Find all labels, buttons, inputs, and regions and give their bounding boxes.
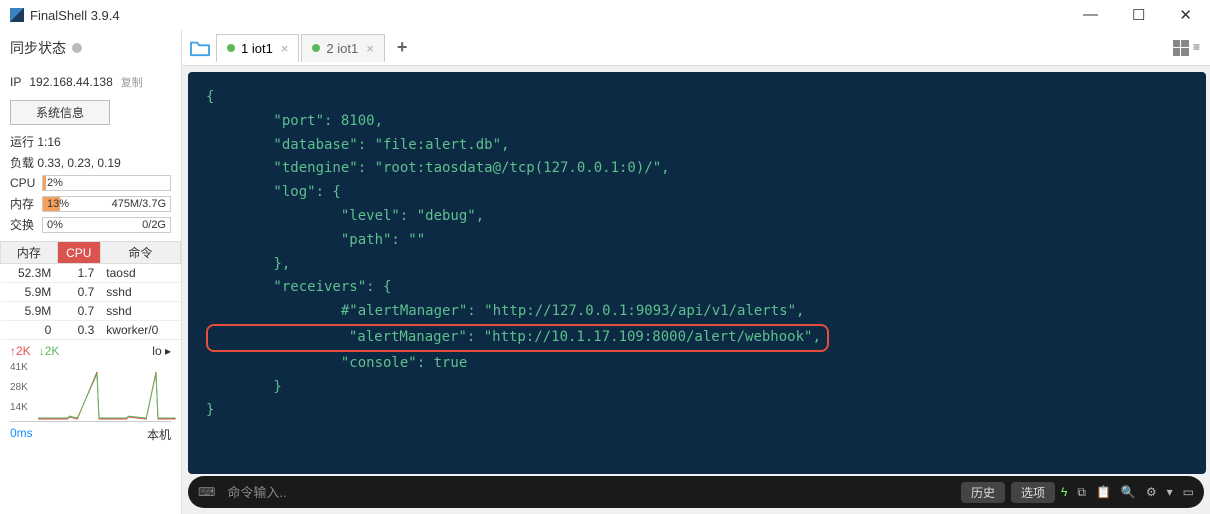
mem-pct: 13% [47, 198, 69, 210]
grid-icon[interactable] [1173, 40, 1189, 56]
net-down: ↓2K [39, 344, 60, 358]
sysinfo-button[interactable]: 系统信息 [10, 100, 110, 125]
folder-icon[interactable] [186, 36, 214, 60]
close-button[interactable]: ✕ [1171, 6, 1200, 24]
swap-text: 0/2G [142, 219, 166, 231]
net-row: ↑2K ↓2K lo ▸ [0, 340, 181, 362]
options-button[interactable]: 选项 [1011, 482, 1055, 503]
net-up: ↑2K [10, 344, 31, 358]
close-icon[interactable]: × [281, 41, 289, 56]
status-dot-icon [227, 44, 235, 52]
process-table: 内存 CPU 命令 52.3M1.7taosd5.9M0.7sshd5.9M0.… [0, 241, 181, 340]
mem-meter: 内存 13% 475M/3.7G [0, 193, 181, 214]
bottom-row: 0ms 本机 [0, 422, 181, 447]
more-icon[interactable]: ≡ [1193, 40, 1200, 56]
tab-1[interactable]: 2 iot1 × [301, 34, 384, 62]
col-cpu[interactable]: CPU [57, 242, 100, 264]
swap-label: 交换 [10, 216, 38, 233]
tabbar: 1 iot1 × 2 iot1 × + ≡ [182, 30, 1210, 66]
sync-dot-icon [72, 43, 82, 53]
ip-value: 192.168.44.138 [29, 75, 112, 89]
prompt-icon: ⌨ [198, 485, 215, 499]
table-row[interactable]: 5.9M0.7sshd [1, 302, 181, 321]
titlebar: FinalShell 3.9.4 — ☐ ✕ [0, 0, 1210, 30]
net-chart: 41K 28K 14K [10, 362, 171, 422]
sidebar: 同步状态 IP 192.168.44.138 复制 系统信息 运行 1:16 负… [0, 30, 182, 514]
maximize-button[interactable]: ☐ [1124, 6, 1153, 24]
window-buttons: — ☐ ✕ [1075, 6, 1200, 24]
gear-icon[interactable]: ⚙ [1146, 485, 1157, 499]
paste-icon[interactable]: 📋 [1096, 485, 1111, 499]
command-bar: ⌨ 历史 选项 ϟ ⧉ 📋 🔍 ⚙ ▾ ▭ [188, 476, 1204, 508]
swap-meter: 交换 0% 0/2G [0, 214, 181, 235]
copy-button[interactable]: 复制 [121, 74, 143, 90]
copy-icon[interactable]: ⧉ [1077, 485, 1086, 500]
tab-label: 1 iot1 [241, 41, 273, 56]
fullscreen-icon[interactable]: ▭ [1183, 485, 1194, 499]
local-label: 本机 [147, 426, 171, 443]
table-row[interactable]: 5.9M0.7sshd [1, 283, 181, 302]
table-row[interactable]: 52.3M1.7taosd [1, 264, 181, 283]
table-row[interactable]: 00.3kworker/0 [1, 321, 181, 340]
latency: 0ms [10, 426, 33, 443]
sync-label: 同步状态 [10, 38, 66, 58]
terminal[interactable]: { "port": 8100, "database": "file:alert.… [188, 72, 1206, 474]
history-button[interactable]: 历史 [961, 482, 1005, 503]
cpu-label: CPU [10, 176, 38, 190]
minimize-button[interactable]: — [1075, 6, 1106, 24]
tab-add-button[interactable]: + [387, 37, 418, 58]
col-cmd[interactable]: 命令 [100, 242, 180, 264]
mem-text: 475M/3.7G [112, 198, 166, 210]
cpu-pct: 2% [47, 177, 63, 189]
chevron-down-icon[interactable]: ▾ [1167, 485, 1173, 499]
col-mem[interactable]: 内存 [1, 242, 58, 264]
bolt-icon[interactable]: ϟ [1061, 485, 1067, 499]
swap-pct: 0% [47, 219, 63, 231]
search-icon[interactable]: 🔍 [1121, 485, 1136, 499]
app-title: FinalShell 3.9.4 [30, 8, 1075, 23]
app-icon [10, 8, 24, 22]
mem-label: 内存 [10, 195, 38, 212]
uptime: 运行 1:16 [0, 131, 181, 152]
tab-0[interactable]: 1 iot1 × [216, 34, 299, 62]
ip-label: IP [10, 75, 21, 89]
command-input[interactable] [221, 485, 955, 500]
net-iface: lo ▸ [152, 344, 171, 358]
tab-label: 2 iot1 [326, 41, 358, 56]
status-dot-icon [312, 44, 320, 52]
ip-row: IP 192.168.44.138 复制 [0, 70, 181, 94]
content-area: 1 iot1 × 2 iot1 × + ≡ { "port": 8100, "data… [182, 30, 1210, 514]
cpu-meter: CPU 2% [0, 173, 181, 193]
sync-status: 同步状态 [0, 34, 181, 62]
layout-icons[interactable]: ≡ [1173, 40, 1210, 56]
close-icon[interactable]: × [366, 41, 374, 56]
load: 负载 0.33, 0.23, 0.19 [0, 152, 181, 173]
